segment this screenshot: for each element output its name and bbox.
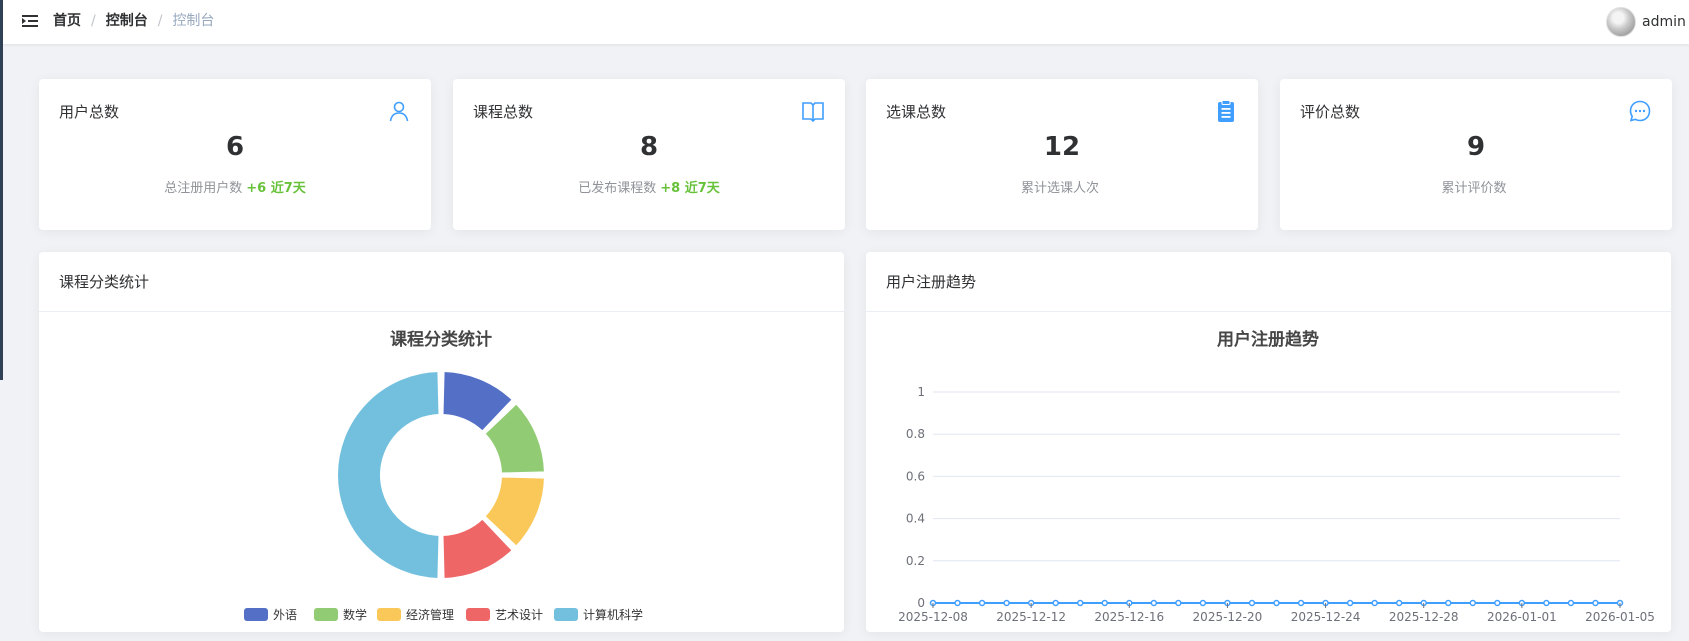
legend-item[interactable]: 计算机科学 [554,607,643,622]
top-navbar: 首页 / 控制台 / 控制台 admin [3,0,1689,44]
data-point[interactable] [1101,599,1108,607]
chart-title: 用户注册趋势 [1217,329,1319,350]
data-point[interactable] [1052,599,1059,607]
user-icon [389,101,409,122]
menu-fold-icon[interactable] [20,11,40,31]
x-tick-label: 2025-12-20 [1193,610,1263,624]
sidebar-edge [0,0,3,380]
panel-header: 课程分类统计 [39,252,844,312]
user-name[interactable]: admin [1642,14,1686,30]
data-point[interactable] [1175,599,1182,607]
legend-label: 数学 [343,607,367,622]
data-point[interactable] [1076,599,1084,607]
legend-item[interactable]: 数学 [314,607,367,622]
breadcrumb-dashboard[interactable]: 控制台 [106,11,148,31]
stat-card-enrollments: 选课总数 12 累计选课人次 [866,79,1258,230]
y-tick-label: 0.2 [906,554,925,568]
data-point[interactable] [1469,599,1477,607]
x-tick-label: 2026-01-05 [1585,610,1655,624]
data-point[interactable] [1371,599,1378,607]
legend-swatch [314,608,338,621]
stat-card-courses: 课程总数 8 已发布课程数 +8 近7天 [453,79,845,230]
breadcrumb-separator: / [91,13,96,29]
category-chart-panel: 课程分类统计 课程分类统计 外语 数学 经济管理 艺术设计 计算机科学 [39,252,844,632]
stat-value: 6 [225,132,245,162]
category-pie-chart: 课程分类统计 外语 数学 经济管理 艺术设计 计算机科学 [244,329,643,622]
stat-value: 9 [1466,132,1486,162]
panel-header: 用户注册趋势 [866,252,1671,312]
book-icon [802,102,824,123]
stat-increment: +6 近7天 [246,181,306,196]
x-tick-label: 2025-12-28 [1389,610,1459,624]
data-point[interactable] [1543,599,1550,607]
y-tick-label: 0.4 [906,512,925,526]
x-tick-label: 2025-12-08 [898,610,968,624]
legend-swatch [554,608,578,621]
chat-icon [1629,100,1651,122]
data-point[interactable] [1003,599,1010,607]
x-tick-label: 2026-01-01 [1487,610,1557,624]
pie-slice-4[interactable] [336,370,441,580]
data-point[interactable] [1592,599,1599,607]
stat-card-users: 用户总数 6 总注册用户数 +6 近7天 [39,79,431,230]
stat-subtext: 累计评价数 [1441,181,1507,196]
x-tick-label: 2025-12-24 [1291,610,1361,624]
y-tick-label: 0 [917,596,925,610]
legend-swatch [466,608,490,621]
avatar[interactable] [1606,7,1636,37]
data-point[interactable] [1297,599,1305,607]
data-point[interactable] [954,599,961,607]
stat-title: 选课总数 [886,103,947,121]
user-dropdown[interactable]: admin [1606,4,1689,40]
y-tick-label: 0.8 [906,427,925,441]
y-tick-label: 0.6 [906,469,925,483]
data-point[interactable] [1150,599,1158,607]
stat-value: 8 [639,132,659,162]
stat-subtext: 已发布课程数 +8 近7天 [578,181,720,196]
legend-item[interactable]: 经济管理 [377,607,454,622]
stat-title: 评价总数 [1300,103,1361,121]
breadcrumb-separator: / [157,13,163,29]
x-tick-label: 2025-12-12 [996,610,1066,624]
breadcrumb: 首页 / 控制台 / 控制台 [53,11,214,31]
data-point[interactable] [1494,599,1501,607]
legend-label: 艺术设计 [495,608,543,622]
data-point[interactable] [1273,599,1280,607]
trend-chart-panel: 用户注册趋势 用户注册趋势 0 0.2 0.4 0.6 0.8 1 2025-12-08 2… [866,252,1671,632]
data-point[interactable] [1199,599,1207,607]
breadcrumb-home[interactable]: 首页 [53,11,81,31]
legend-item[interactable]: 艺术设计 [466,608,543,622]
data-point[interactable] [1395,599,1403,607]
stat-title: 用户总数 [59,103,120,121]
legend-label: 经济管理 [406,607,454,622]
legend-swatch [377,608,401,621]
y-tick-label: 1 [917,385,925,399]
x-tick-label: 2025-12-16 [1094,610,1164,624]
stat-title: 课程总数 [473,103,534,121]
data-point[interactable] [1445,599,1452,607]
breadcrumb-current: 控制台 [172,13,215,29]
data-point[interactable] [1248,599,1256,607]
stat-card-reviews: 评价总数 9 累计评价数 [1280,79,1672,230]
legend-swatch [244,608,268,621]
trend-line-chart: 用户注册趋势 0 0.2 0.4 0.6 0.8 1 2025-12-08 2025-12-… [898,329,1655,624]
stat-subtext: 总注册用户数 +6 近7天 [164,181,306,196]
data-point[interactable] [1567,599,1575,607]
chart-title: 课程分类统计 [390,329,492,350]
legend-label: 外语 [273,608,297,622]
stat-subtext: 累计选课人次 [1020,181,1099,196]
stat-increment: +8 近7天 [660,181,720,196]
legend-label: 计算机科学 [583,607,643,622]
legend-item[interactable]: 外语 [244,608,297,622]
stat-value: 12 [1043,132,1081,162]
clipboard-icon [1218,100,1234,122]
data-point[interactable] [1346,599,1354,607]
data-point[interactable] [978,599,986,607]
